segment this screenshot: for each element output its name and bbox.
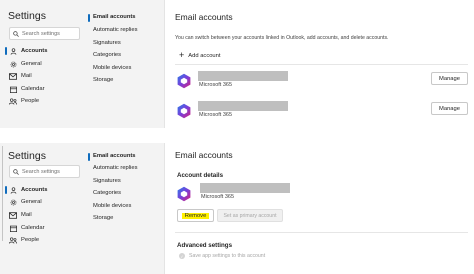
remove-button[interactable]: Remove <box>177 209 214 222</box>
nav-item-mail[interactable]: Mail <box>7 70 81 82</box>
nav-item-accounts[interactable]: Accounts <box>7 45 81 57</box>
microsoft-365-logo-icon <box>177 186 191 202</box>
checkmark-icon: ✓ <box>179 253 185 259</box>
nav-item-label: People <box>21 237 40 243</box>
nav-item-accounts[interactable]: Accounts <box>7 184 81 196</box>
settings-nav: Settings Accounts General Mail Calendar … <box>0 0 84 128</box>
divider <box>175 232 468 233</box>
account-type: Microsoft 365 <box>199 112 233 118</box>
nav-item-label: General <box>21 199 42 205</box>
manage-button[interactable]: Manage <box>431 102 468 115</box>
nav-item-people[interactable]: People <box>7 234 81 246</box>
divider <box>175 64 468 65</box>
search-icon <box>13 30 19 37</box>
subnav-item-storage[interactable]: Storage <box>93 215 113 221</box>
search-icon <box>13 168 19 175</box>
plus-icon: + <box>179 50 185 60</box>
active-indicator <box>88 14 90 22</box>
settings-title: Settings <box>8 150 46 162</box>
page-title: Email accounts <box>175 12 233 22</box>
subnav-item-automatic-replies[interactable]: Automatic replies <box>93 27 137 33</box>
people-icon <box>9 237 17 244</box>
mail-icon <box>9 72 17 80</box>
person-icon <box>10 47 16 55</box>
window-edge <box>2 146 3 241</box>
subnav-item-signatures[interactable]: Signatures <box>93 178 121 184</box>
calendar-icon <box>9 225 17 232</box>
mail-icon <box>9 211 17 219</box>
save-app-settings-option: ✓ Save app settings to this account <box>179 253 265 259</box>
nav-item-calendar[interactable]: Calendar <box>7 222 81 234</box>
redacted-email <box>198 101 288 111</box>
subnav-item-mobile-devices[interactable]: Mobile devices <box>93 65 131 71</box>
settings-nav: Settings Accounts General Mail Calendar … <box>0 143 84 274</box>
nav-item-people[interactable]: People <box>7 95 81 107</box>
subnav-item-automatic-replies[interactable]: Automatic replies <box>93 165 137 171</box>
nav-item-label: Mail <box>21 212 32 218</box>
subnav-item-storage[interactable]: Storage <box>93 77 113 83</box>
search-input[interactable] <box>22 168 80 175</box>
email-accounts-content: Email accounts You can switch between yo… <box>166 0 474 128</box>
settings-panel-account-details: Settings Accounts General Mail Calendar … <box>0 143 474 274</box>
nav-item-label: Accounts <box>21 187 48 193</box>
subnav-item-email-accounts[interactable]: Email accounts <box>93 14 136 20</box>
calendar-icon <box>9 86 17 93</box>
settings-subnav: Email accounts Automatic replies Signatu… <box>84 0 165 128</box>
account-details-heading: Account details <box>177 172 224 179</box>
nav-item-label: Accounts <box>21 48 48 54</box>
subnav-item-categories[interactable]: Categories <box>93 52 121 58</box>
settings-panel-accounts-list: Settings Accounts General Mail Calendar … <box>0 0 474 128</box>
gear-icon <box>10 199 16 205</box>
microsoft-365-logo-icon <box>177 73 191 89</box>
nav-item-general[interactable]: General <box>7 58 81 70</box>
people-icon <box>9 98 17 105</box>
subnav-item-signatures[interactable]: Signatures <box>93 40 121 46</box>
manage-button[interactable]: Manage <box>431 72 468 85</box>
remove-button-label: Remove <box>181 212 210 219</box>
nav-item-label: General <box>21 61 42 67</box>
settings-subnav: Email accounts Automatic replies Signatu… <box>84 143 165 274</box>
microsoft-365-logo-icon <box>177 103 191 119</box>
add-account-button[interactable]: + Add account <box>179 51 221 60</box>
account-type: Microsoft 365 <box>199 82 233 88</box>
active-indicator <box>88 153 90 161</box>
nav-item-label: Calendar <box>21 86 45 92</box>
account-type: Microsoft 365 <box>201 194 235 200</box>
subnav-item-categories[interactable]: Categories <box>93 190 121 196</box>
nav-item-mail[interactable]: Mail <box>7 209 81 221</box>
subnav-item-mobile-devices[interactable]: Mobile devices <box>93 203 131 209</box>
nav-item-label: Calendar <box>21 225 45 231</box>
nav-item-label: People <box>21 98 40 104</box>
nav-item-label: Mail <box>21 73 32 79</box>
set-primary-account-button: Set as primary account <box>217 209 283 222</box>
page-title: Email accounts <box>175 150 233 160</box>
person-icon <box>10 186 16 194</box>
redacted-email <box>200 183 290 193</box>
gear-icon <box>10 61 16 67</box>
search-input[interactable] <box>22 30 80 37</box>
save-app-settings-label: Save app settings to this account <box>189 253 266 259</box>
redacted-email <box>198 71 288 81</box>
settings-title: Settings <box>8 10 46 22</box>
advanced-settings-heading: Advanced settings <box>177 242 233 249</box>
subnav-item-email-accounts[interactable]: Email accounts <box>93 153 136 159</box>
page-description: You can switch between your accounts lin… <box>175 35 389 41</box>
nav-item-general[interactable]: General <box>7 196 81 208</box>
nav-item-calendar[interactable]: Calendar <box>7 83 81 95</box>
search-box[interactable] <box>9 27 80 40</box>
add-account-label: Add account <box>188 52 221 59</box>
search-box[interactable] <box>9 165 80 178</box>
account-details-content: Email accounts Account details Microsoft… <box>166 143 474 274</box>
